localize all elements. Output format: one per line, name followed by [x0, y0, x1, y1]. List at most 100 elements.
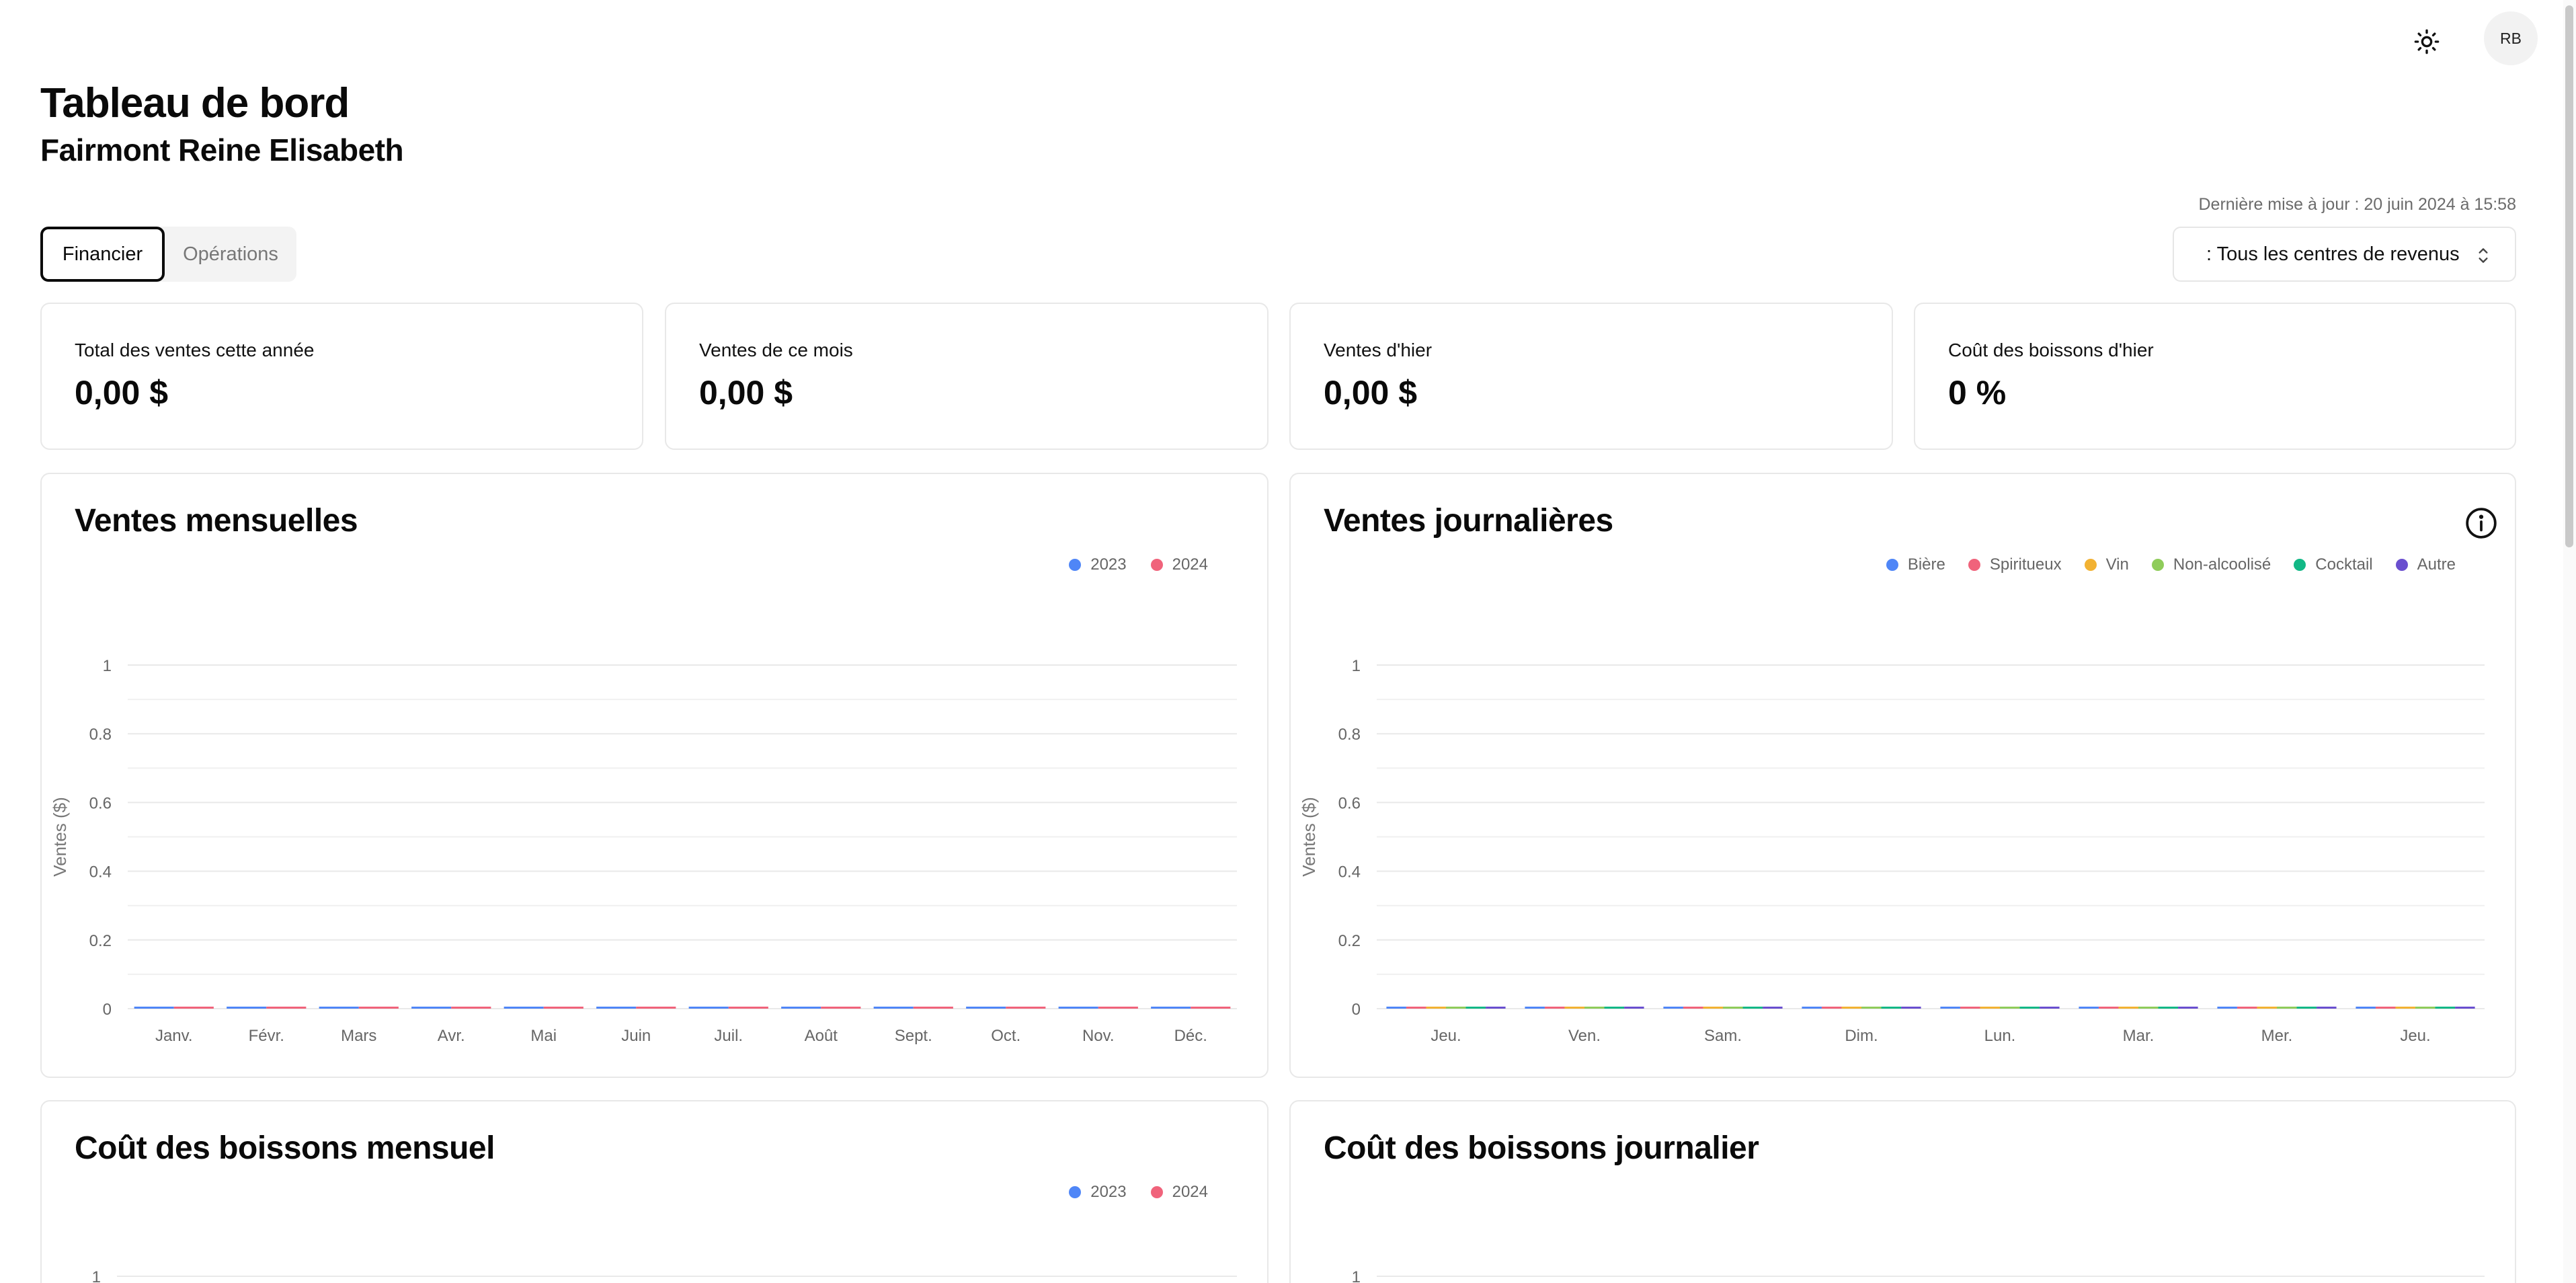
- x-tick-label: Oct.: [991, 1027, 1020, 1045]
- view-tabs: Financier Opérations: [40, 227, 296, 282]
- y-tick-label: 0.8: [89, 726, 112, 744]
- bar-Bière: [1386, 1007, 1406, 1009]
- revenue-center-value: : Tous les centres de revenus: [2206, 243, 2460, 265]
- y-tick-label: 0.6: [89, 794, 112, 812]
- bar-Spiritueux: [2098, 1007, 2119, 1009]
- x-tick-label: Avr.: [438, 1027, 465, 1045]
- y-tick-label: 0.2: [1338, 932, 1361, 950]
- kpi-card-year-sales: Total des ventes cette année 0,00 $: [40, 303, 643, 450]
- x-tick-label: Sept.: [895, 1027, 932, 1045]
- bar-2024: [913, 1007, 953, 1009]
- x-tick-label: Jeu.: [1431, 1027, 1461, 1045]
- bar-Vin: [1703, 1007, 1723, 1009]
- bar-Autre: [1624, 1007, 1644, 1009]
- kpi-value: 0,00 $: [1324, 374, 1418, 412]
- kpi-value: 0 %: [1948, 374, 2007, 412]
- bar-Cocktail: [1881, 1007, 1902, 1009]
- bar-Non-alcoolisé: [2415, 1007, 2436, 1009]
- bar-Vin: [2257, 1007, 2277, 1009]
- page-title: Tableau de bord: [40, 80, 350, 126]
- theme-toggle-button[interactable]: [2403, 17, 2451, 66]
- monthly-sales-card: Ventes mensuelles 2023 2024 0 0.2 0.4 0.6 0.…: [40, 473, 1269, 1078]
- x-tick-label: Sam.: [1704, 1027, 1742, 1045]
- bar-2024: [1098, 1007, 1138, 1009]
- kpi-card-yesterday-sales: Ventes d'hier 0,00 $: [1289, 303, 1893, 450]
- bar-Vin: [2395, 1007, 2415, 1009]
- x-tick-label: Jeu.: [2400, 1027, 2430, 1045]
- x-tick-label: Juin: [621, 1027, 651, 1045]
- x-tick-label: Déc.: [1174, 1027, 1207, 1045]
- bar-2023: [1151, 1007, 1191, 1009]
- bar-Non-alcoolisé: [2138, 1007, 2159, 1009]
- bar-2024: [1191, 1007, 1231, 1009]
- bar-Non-alcoolisé: [2277, 1007, 2297, 1009]
- y-tick-label: 0.2: [89, 932, 112, 950]
- x-tick-label: Nov.: [1082, 1027, 1115, 1045]
- scrollbar-thumb[interactable]: [2565, 5, 2573, 547]
- bar-2024: [358, 1007, 399, 1009]
- y-tick-label: 0.8: [1338, 726, 1361, 744]
- kpi-label: Ventes de ce mois: [699, 340, 853, 360]
- kpi-value: 0,00 $: [75, 374, 169, 412]
- bar-Spiritueux: [1544, 1007, 1565, 1009]
- bar-Autre: [2317, 1007, 2337, 1009]
- daily-cost-card: Coût des boissons journalier 1: [1289, 1100, 2516, 1283]
- bar-Bière: [1940, 1007, 1960, 1009]
- bar-Bière: [1802, 1007, 1822, 1009]
- monthly-cost-card: Coût des boissons mensuel 2023 2024 1: [40, 1100, 1269, 1283]
- property-name: Fairmont Reine Elisabeth: [40, 132, 404, 167]
- bar-Non-alcoolisé: [1861, 1007, 1882, 1009]
- monthly-cost-chart: 1: [92, 1268, 1237, 1283]
- bar-Bière: [1663, 1007, 1683, 1009]
- bar-Spiritueux: [2237, 1007, 2257, 1009]
- bar-Bière: [2079, 1007, 2099, 1009]
- bar-Cocktail: [1465, 1007, 1486, 1009]
- kpi-value: 0,00 $: [699, 374, 793, 412]
- bar-Autre: [2178, 1007, 2198, 1009]
- y-axis-label: Ventes ($): [50, 797, 70, 877]
- daily-cost-chart: 1: [1352, 1268, 2485, 1283]
- bar-Bière: [1525, 1007, 1545, 1009]
- tab-financier[interactable]: Financier: [40, 227, 165, 282]
- monthly-sales-chart: 0 0.2 0.4 0.6 0.8 1 Ventes ($) Janv. Févr. Mars Av…: [50, 657, 1237, 1045]
- x-tick-label: Juil.: [714, 1027, 743, 1045]
- x-tick-label: Ven.: [1568, 1027, 1601, 1045]
- x-tick-label: Janv.: [155, 1027, 193, 1045]
- bar-Vin: [1980, 1007, 2000, 1009]
- kpi-label: Ventes d'hier: [1324, 340, 1433, 360]
- bar-2024: [821, 1007, 861, 1009]
- y-tick-label: 1: [103, 657, 112, 675]
- y-tick-label: 1: [1352, 657, 1361, 675]
- y-tick-label: 0.4: [1338, 863, 1361, 882]
- user-avatar-button[interactable]: RB: [2484, 11, 2538, 65]
- bar-Bière: [2356, 1007, 2376, 1009]
- kpi-card-month-sales: Ventes de ce mois 0,00 $: [665, 303, 1269, 450]
- bar-Cocktail: [2296, 1007, 2317, 1009]
- sun-icon: [2414, 29, 2440, 54]
- x-tick-label: Mars: [341, 1027, 376, 1045]
- bar-2023: [1058, 1007, 1098, 1009]
- bar-2023: [966, 1007, 1006, 1009]
- bar-Autre: [1901, 1007, 1921, 1009]
- bar-Vin: [2118, 1007, 2138, 1009]
- bar-Non-alcoolisé: [1723, 1007, 1743, 1009]
- bar-2023: [504, 1007, 544, 1009]
- bar-Spiritueux: [1960, 1007, 1980, 1009]
- bar-Vin: [1564, 1007, 1584, 1009]
- bar-Spiritueux: [2375, 1007, 2396, 1009]
- y-tick-label: 1: [92, 1268, 101, 1283]
- bar-2024: [543, 1007, 583, 1009]
- x-tick-label: Févr.: [249, 1027, 284, 1045]
- bar-Non-alcoolisé: [1584, 1007, 1605, 1009]
- kpi-label: Coût des boissons d'hier: [1948, 340, 2154, 360]
- bar-Cocktail: [2158, 1007, 2179, 1009]
- bar-2024: [173, 1007, 214, 1009]
- revenue-center-select[interactable]: : Tous les centres de revenus: [2173, 227, 2516, 282]
- avatar-initials: RB: [2500, 29, 2522, 47]
- x-tick-label: Lun.: [1984, 1027, 2016, 1045]
- x-tick-label: Mar.: [2123, 1027, 2155, 1045]
- tab-operations[interactable]: Opérations: [165, 227, 296, 282]
- y-tick-label: 0.6: [1338, 794, 1361, 812]
- bar-2023: [596, 1007, 637, 1009]
- bar-Cocktail: [1604, 1007, 1625, 1009]
